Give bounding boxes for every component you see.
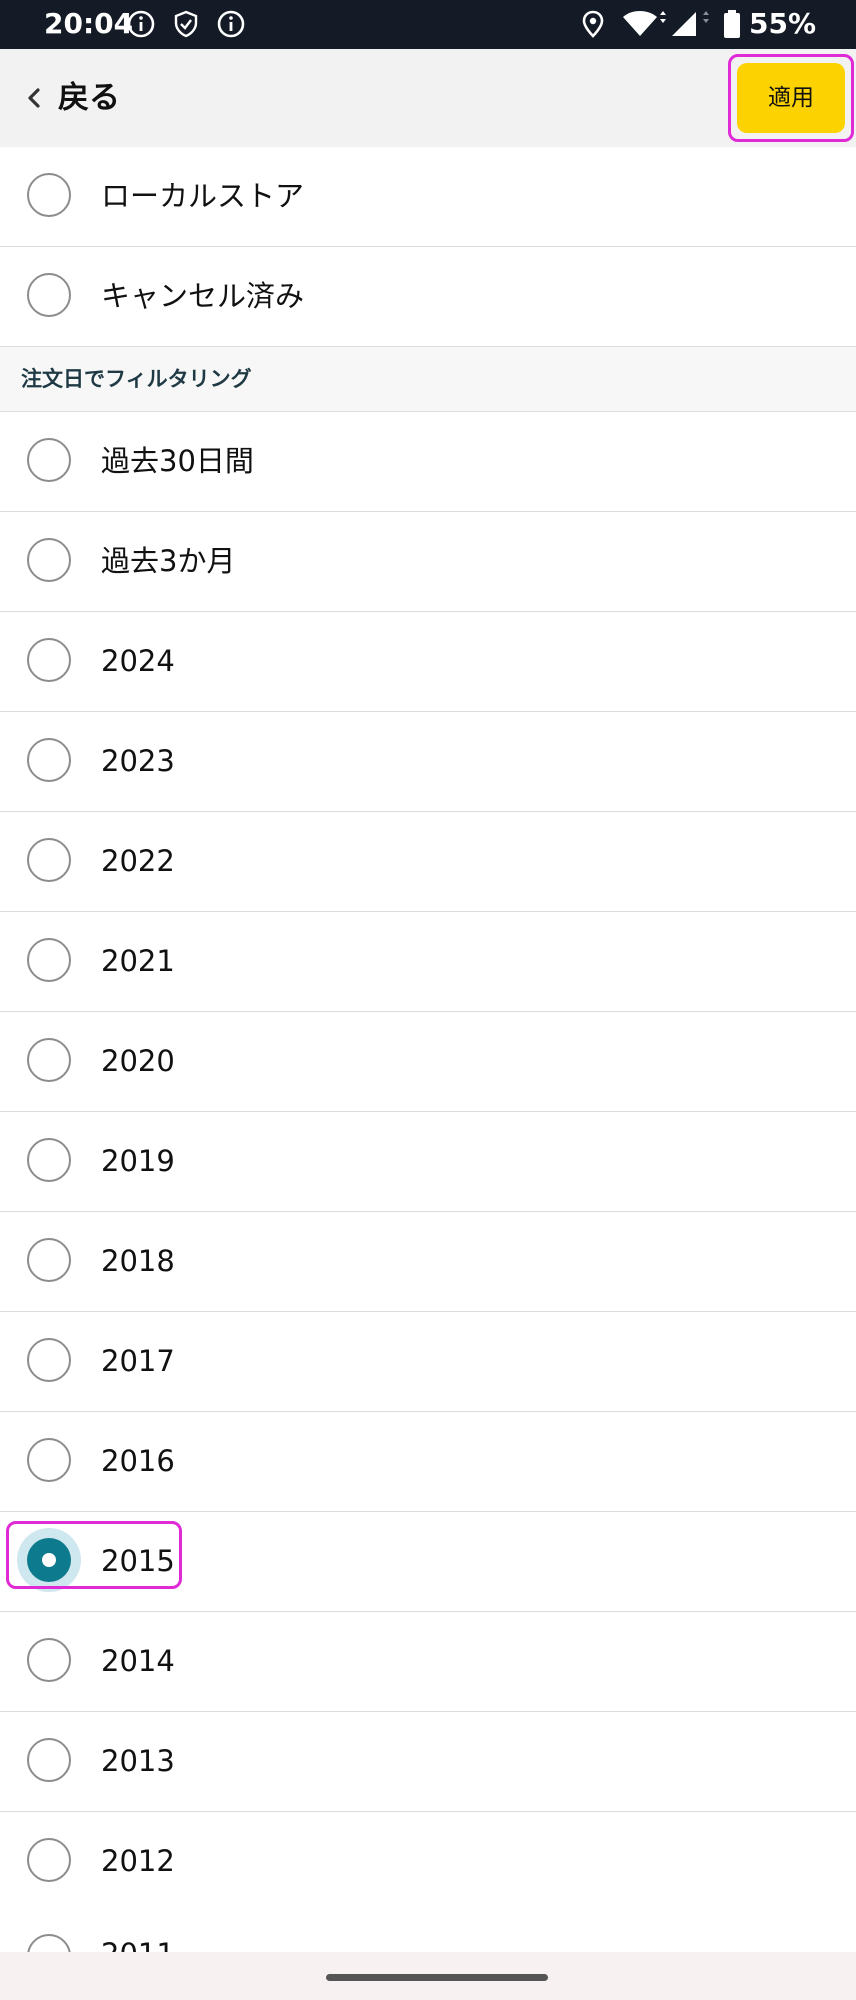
info-circle-icon (217, 10, 245, 38)
option-label: 2022 (101, 844, 175, 878)
radio-button[interactable] (27, 1238, 71, 1282)
filter-option[interactable]: ローカルストア (0, 147, 856, 247)
battery-percentage: 55% (749, 7, 817, 40)
radio-button-selected[interactable] (17, 1528, 81, 1592)
option-label: 2019 (101, 1144, 175, 1178)
filter-option[interactable]: 2022 (0, 812, 856, 912)
chevron-left-icon (28, 88, 40, 108)
apply-button[interactable]: 適用 (737, 63, 845, 133)
radio-button[interactable] (27, 273, 71, 317)
option-label: 2011 (101, 1934, 175, 1952)
option-label: 2012 (101, 1844, 175, 1878)
radio-button[interactable] (27, 173, 71, 217)
option-label: キャンセル済み (101, 279, 305, 313)
radio-button[interactable] (27, 638, 71, 682)
option-label: 2017 (101, 1344, 175, 1378)
filter-option[interactable]: 2012 (0, 1812, 856, 1912)
radio-button[interactable] (27, 938, 71, 982)
radio-button[interactable] (27, 738, 71, 782)
radio-dot (42, 1553, 56, 1567)
radio-button[interactable] (27, 1138, 71, 1182)
filter-option[interactable]: 2019 (0, 1112, 856, 1212)
option-label: 2013 (101, 1744, 175, 1778)
info-circle-icon (127, 10, 155, 38)
filter-option[interactable]: 過去30日間 (0, 412, 856, 512)
filter-option[interactable]: 2023 (0, 712, 856, 812)
option-label: 2018 (101, 1244, 175, 1278)
filter-option-selected[interactable]: 2015 (0, 1512, 856, 1612)
section-header: 注文日でフィルタリング (0, 347, 856, 412)
section-title: 注文日でフィルタリング (21, 367, 252, 391)
option-label: 過去3か月 (101, 544, 236, 578)
back-label: 戻る (58, 80, 120, 116)
home-gesture-handle[interactable] (326, 1974, 548, 1981)
option-label: 2021 (101, 944, 175, 978)
back-button[interactable]: 戻る (22, 71, 132, 125)
radio-button[interactable] (27, 1438, 71, 1482)
option-label: 2015 (101, 1544, 175, 1578)
filter-option[interactable]: 2021 (0, 912, 856, 1012)
filter-option[interactable]: 2014 (0, 1612, 856, 1712)
option-label: ローカルストア (101, 179, 305, 213)
filter-option[interactable]: 2018 (0, 1212, 856, 1312)
filter-option[interactable]: 2017 (0, 1312, 856, 1412)
shield-check-icon (174, 10, 198, 38)
option-label: 過去30日間 (101, 444, 254, 478)
filter-option[interactable]: 2013 (0, 1712, 856, 1812)
radio-button[interactable] (27, 838, 71, 882)
location-pin-icon (582, 10, 604, 38)
option-label: 2024 (101, 644, 175, 678)
system-nav-bar (0, 1952, 856, 2000)
radio-button[interactable] (27, 1934, 71, 1952)
radio-button[interactable] (27, 1338, 71, 1382)
filter-option[interactable]: 2020 (0, 1012, 856, 1112)
option-label: 2020 (101, 1044, 175, 1078)
battery-icon (724, 10, 740, 38)
filter-option-partial[interactable]: 2011 (0, 1908, 856, 1952)
radio-button[interactable] (27, 1038, 71, 1082)
wifi-icon (623, 11, 666, 36)
radio-button[interactable] (27, 1838, 71, 1882)
option-label: 2016 (101, 1444, 175, 1478)
radio-button[interactable] (27, 1638, 71, 1682)
option-label: 2023 (101, 744, 175, 778)
filter-option[interactable]: 過去3か月 (0, 512, 856, 612)
radio-button[interactable] (27, 438, 71, 482)
radio-fill (27, 1538, 71, 1582)
filter-option[interactable]: 2024 (0, 612, 856, 712)
radio-button[interactable] (27, 1738, 71, 1782)
filter-list: ローカルストア キャンセル済み 注文日でフィルタリング 過去30日間 過去3か月… (0, 147, 856, 1912)
status-bar: 20:04 55% (0, 0, 856, 49)
filter-option[interactable]: キャンセル済み (0, 247, 856, 347)
status-time: 20:04 (44, 7, 134, 40)
cellular-signal-icon (672, 11, 709, 36)
filter-option[interactable]: 2016 (0, 1412, 856, 1512)
option-label: 2014 (101, 1644, 175, 1678)
radio-button[interactable] (27, 538, 71, 582)
